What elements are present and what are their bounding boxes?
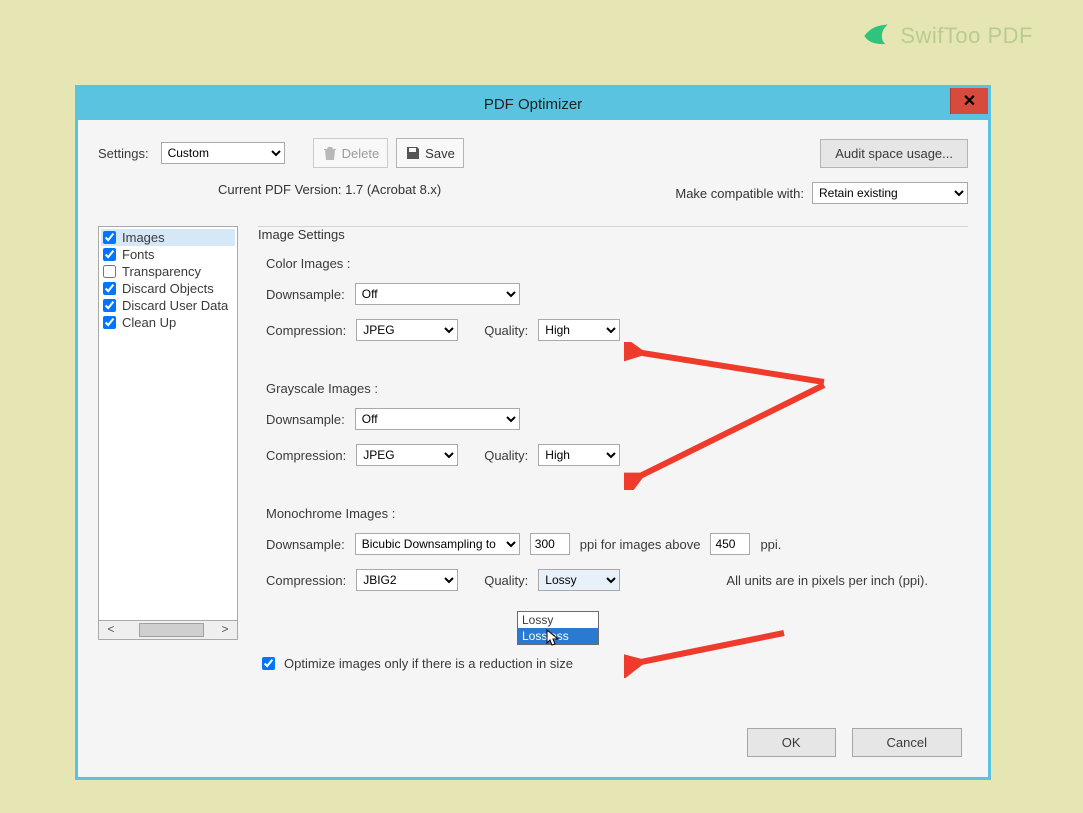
optimize-only-if-reduction-cb[interactable] (262, 657, 275, 670)
sidebar-list: Images Fonts Transparency Discard Object… (98, 226, 238, 621)
color-quality-label: Quality: (484, 323, 528, 338)
color-title: Color Images : (266, 256, 968, 271)
settings-select[interactable]: Custom (161, 142, 285, 164)
mono-ppi-above[interactable] (710, 533, 750, 555)
scroll-right-button[interactable]: > (213, 621, 237, 639)
color-downsample-label: Downsample: (266, 287, 345, 302)
sidebar-cb-clean-up[interactable] (103, 316, 116, 329)
pdf-optimizer-window: PDF Optimizer ✕ Settings: Custom Delete … (75, 85, 991, 780)
gray-downsample-select[interactable]: Off (355, 408, 520, 430)
swiftoo-icon (862, 22, 890, 50)
mono-ppi-mid: ppi for images above (580, 537, 701, 552)
sidebar-cb-transparency[interactable] (103, 265, 116, 278)
save-button[interactable]: Save (396, 138, 464, 168)
save-icon (405, 145, 421, 161)
scroll-left-button[interactable]: < (99, 621, 123, 639)
footer-buttons: OK Cancel (747, 728, 962, 757)
units-note: All units are in pixels per inch (ppi). (726, 573, 928, 588)
compat-select[interactable]: Retain existing (812, 182, 968, 204)
sidebar-item-transparency[interactable]: Transparency (101, 263, 235, 280)
delete-button: Delete (313, 138, 389, 168)
sidebar-cb-discard-user-data[interactable] (103, 299, 116, 312)
brand-text: SwifToo PDF (900, 23, 1033, 49)
gray-compression-select[interactable]: JPEG (356, 444, 458, 466)
optimize-checkbox-row: Optimize images only if there is a reduc… (258, 654, 988, 673)
mono-quality-opt-lossless[interactable]: Lossless (518, 628, 598, 644)
color-compression-select[interactable]: JPEG (356, 319, 458, 341)
settings-label: Settings: (98, 146, 149, 161)
mono-compression-label: Compression: (266, 573, 346, 588)
sidebar-cb-images[interactable] (103, 231, 116, 244)
window-title: PDF Optimizer (78, 88, 988, 120)
mono-compression-select[interactable]: JBIG2 (356, 569, 458, 591)
optimize-cb-label: Optimize images only if there is a reduc… (284, 656, 573, 671)
mono-quality-opt-lossy[interactable]: Lossy (518, 612, 598, 628)
mono-downsample-label: Downsample: (266, 537, 345, 552)
sidebar-cb-discard-objects[interactable] (103, 282, 116, 295)
mono-title: Monochrome Images : (266, 506, 968, 521)
color-quality-select[interactable]: High (538, 319, 620, 341)
sidebar-cb-fonts[interactable] (103, 248, 116, 261)
sidebar-item-fonts[interactable]: Fonts (101, 246, 235, 263)
ok-button[interactable]: OK (747, 728, 836, 757)
scroll-track[interactable] (123, 621, 213, 639)
sidebar-item-discard-objects[interactable]: Discard Objects (101, 280, 235, 297)
close-icon: ✕ (963, 91, 976, 111)
color-downsample-select[interactable]: Off (355, 283, 520, 305)
cancel-button[interactable]: Cancel (852, 728, 962, 757)
sidebar-item-discard-user-data[interactable]: Discard User Data (101, 297, 235, 314)
color-compression-label: Compression: (266, 323, 346, 338)
toolbar: Settings: Custom Delete Save Audit space… (78, 120, 988, 168)
body-area: Images Fonts Transparency Discard Object… (78, 204, 988, 640)
mono-quality-select[interactable]: Lossy (538, 569, 620, 591)
pdf-version-text: Current PDF Version: 1.7 (Acrobat 8.x) (218, 182, 441, 204)
mono-quality-dropdown[interactable]: Lossy Lossless (517, 611, 599, 645)
info-row: Current PDF Version: 1.7 (Acrobat 8.x) M… (78, 168, 988, 204)
gray-title: Grayscale Images : (266, 381, 968, 396)
compat-label: Make compatible with: (675, 186, 804, 201)
section-title: Image Settings (258, 227, 968, 242)
trash-icon (322, 145, 338, 161)
close-button[interactable]: ✕ (950, 88, 988, 114)
color-images-group: Color Images : Downsample: Off Compressi… (258, 256, 968, 341)
brand-logo: SwifToo PDF (862, 22, 1033, 50)
gray-quality-label: Quality: (484, 448, 528, 463)
grayscale-images-group: Grayscale Images : Downsample: Off Compr… (258, 381, 968, 466)
mono-quality-label: Quality: (484, 573, 528, 588)
mono-ppi-target[interactable] (530, 533, 570, 555)
audit-space-button[interactable]: Audit space usage... (820, 139, 968, 168)
monochrome-images-group: Monochrome Images : Downsample: Bicubic … (258, 506, 968, 591)
titlebar: PDF Optimizer ✕ (78, 88, 988, 120)
sidebar-item-clean-up[interactable]: Clean Up (101, 314, 235, 331)
sidebar: Images Fonts Transparency Discard Object… (98, 226, 238, 640)
image-settings-panel: Image Settings Color Images : Downsample… (258, 226, 968, 640)
gray-downsample-label: Downsample: (266, 412, 345, 427)
sidebar-item-images[interactable]: Images (101, 229, 235, 246)
gray-compression-label: Compression: (266, 448, 346, 463)
mono-ppi-end: ppi. (760, 537, 781, 552)
scroll-thumb[interactable] (139, 623, 204, 637)
mono-downsample-select[interactable]: Bicubic Downsampling to (355, 533, 520, 555)
sidebar-hscrollbar[interactable]: < > (98, 621, 238, 640)
gray-quality-select[interactable]: High (538, 444, 620, 466)
